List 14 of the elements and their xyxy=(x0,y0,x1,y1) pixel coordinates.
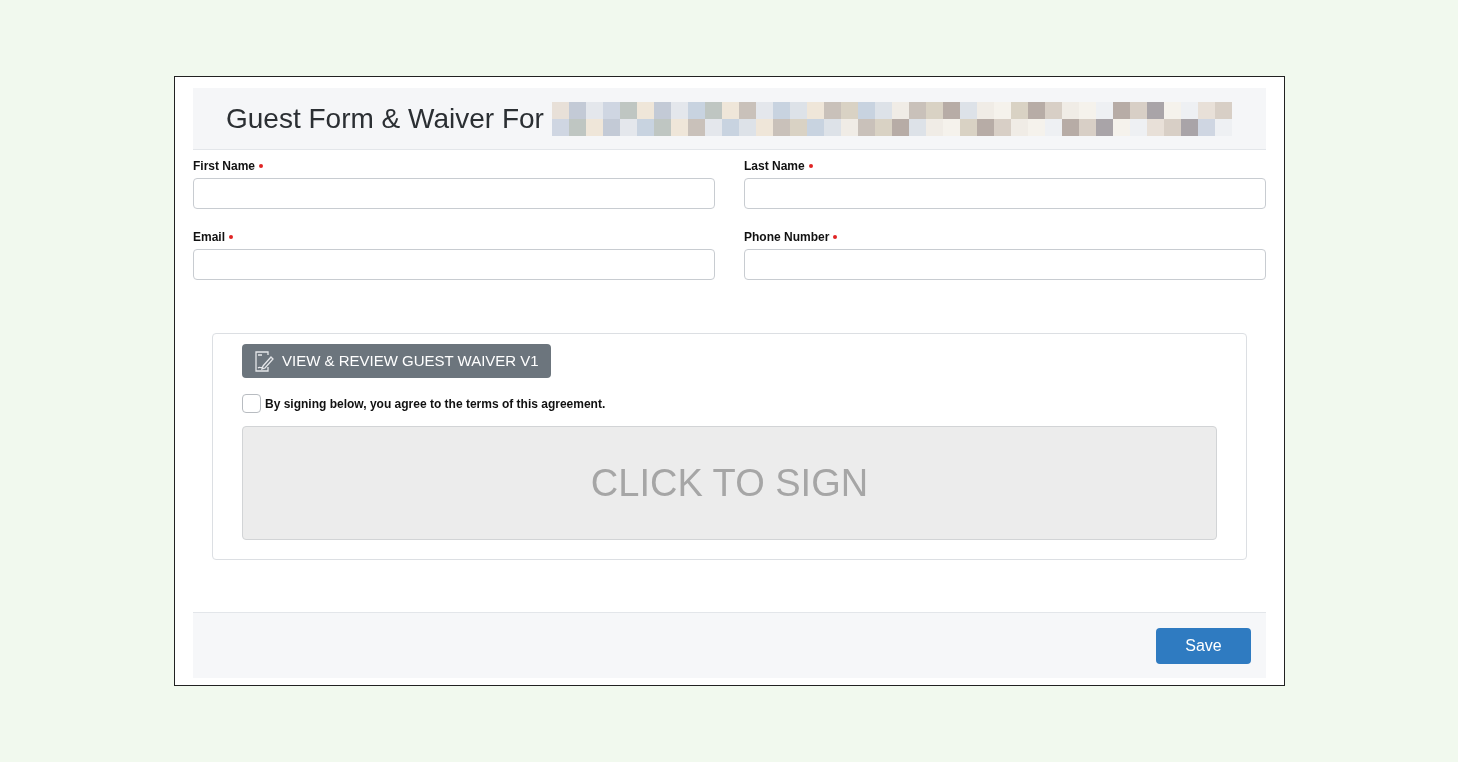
text-input-field[interactable] xyxy=(193,178,715,209)
field-label: Phone Number xyxy=(744,229,830,246)
field-label: First Name xyxy=(193,158,256,175)
document-pen-icon xyxy=(254,350,274,372)
text-input-field[interactable] xyxy=(744,249,1266,280)
field-label: Email xyxy=(193,229,225,246)
form-title: Guest Form & Waiver For xyxy=(226,101,544,136)
agreement-text: By signing below, you agree to the terms of this agreement. xyxy=(265,395,606,413)
agreement-checkbox[interactable] xyxy=(242,394,261,413)
view-waiver-button[interactable]: VIEW & REVIEW GUEST WAIVER V1 xyxy=(242,344,551,378)
field-label: Last Name xyxy=(744,158,805,175)
text-input-field[interactable] xyxy=(744,178,1266,209)
save-button[interactable]: Save xyxy=(1156,627,1251,664)
text-input-field[interactable] xyxy=(193,249,715,280)
